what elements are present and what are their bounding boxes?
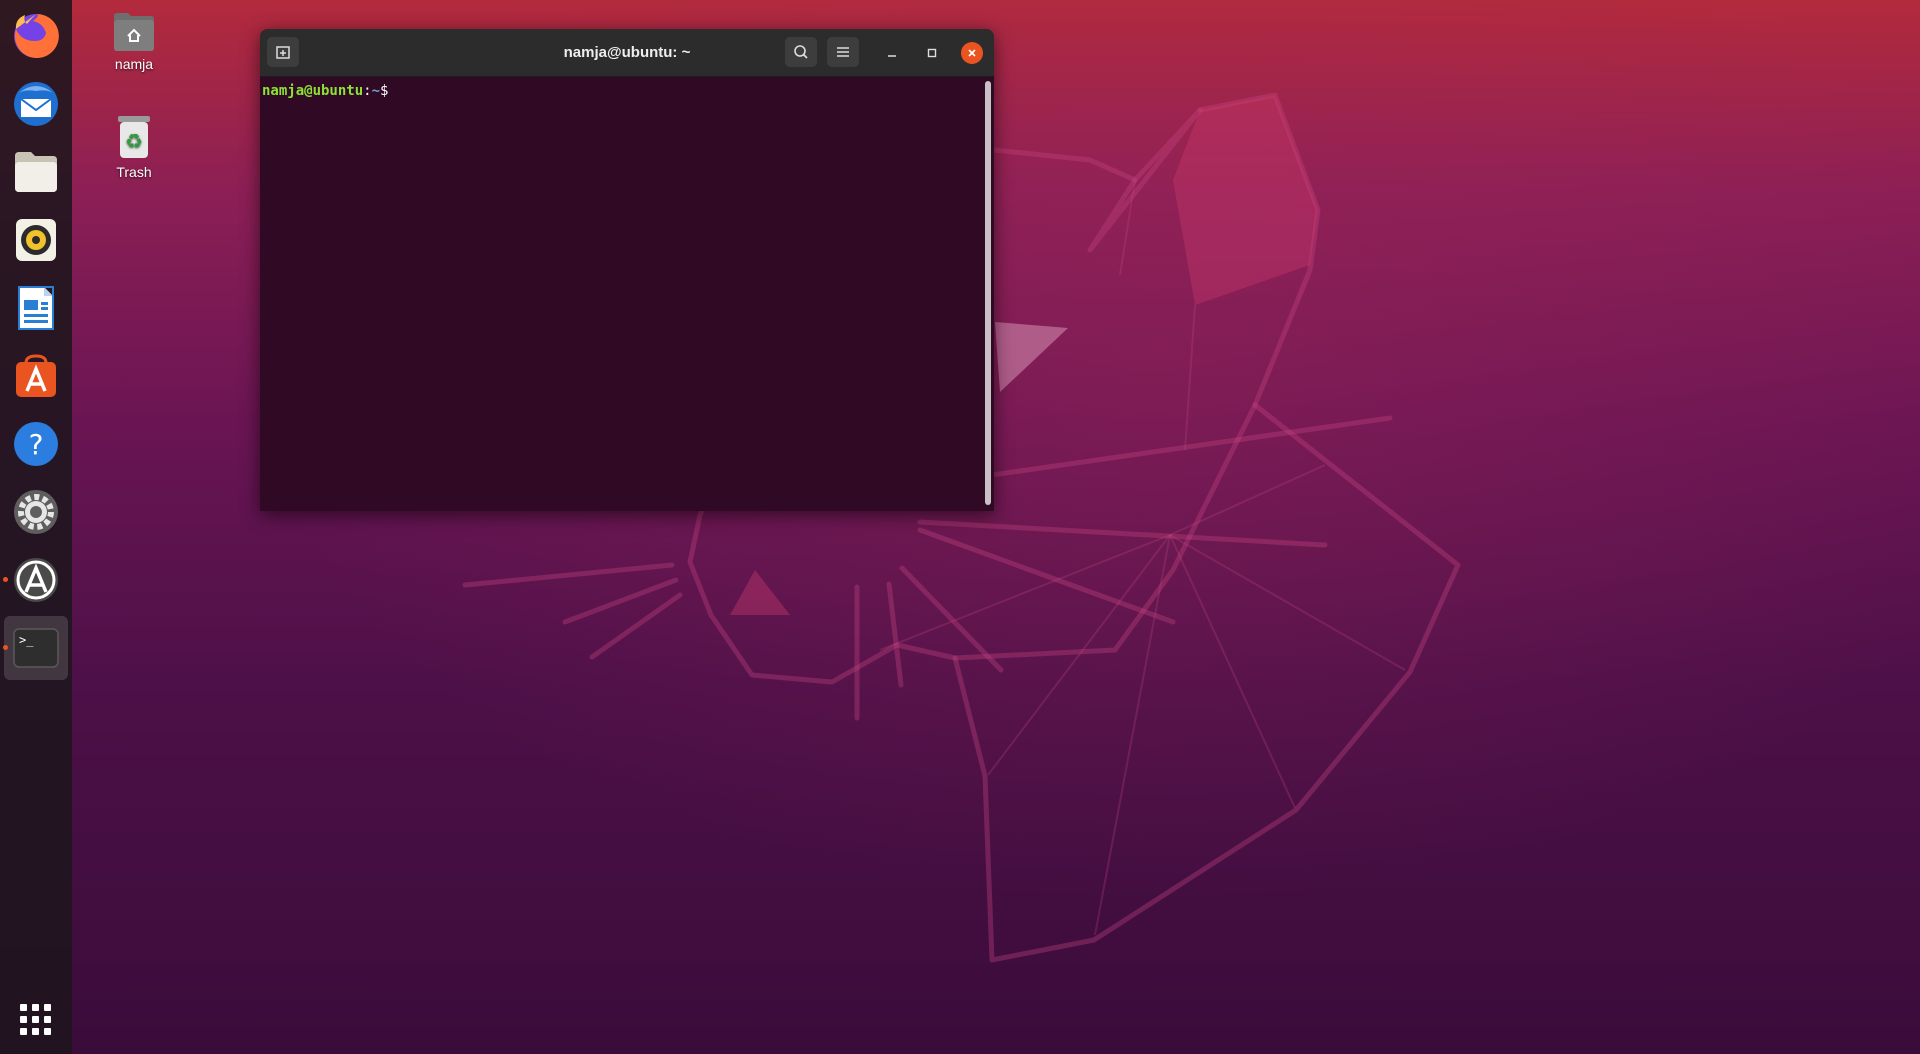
dock-item-writer[interactable] (4, 276, 68, 340)
rhythmbox-icon (16, 219, 56, 261)
dock-item-settings[interactable] (4, 480, 68, 544)
app-grid-icon (20, 1004, 51, 1035)
close-icon (968, 49, 976, 57)
desktop: namja ♻ Trash ? >_ namja@ubuntu: ~ namja… (0, 0, 1920, 1054)
new-tab-button[interactable] (267, 37, 299, 67)
new-tab-icon (276, 46, 290, 59)
running-indicator (3, 577, 8, 582)
dock: ? >_ (0, 0, 72, 1054)
dock-item-software[interactable] (4, 344, 68, 408)
terminal-output[interactable]: namja@ubuntu:~$ (260, 77, 982, 511)
software-icon (16, 354, 56, 397)
svg-text:?: ? (29, 428, 44, 461)
minimize-icon (888, 55, 896, 57)
thunderbird-icon (14, 82, 58, 126)
dock-item-thunderbird[interactable] (4, 72, 68, 136)
prompt-symbol: $ (380, 83, 389, 99)
firefox-icon (14, 13, 59, 58)
prompt-separator: : (363, 83, 372, 99)
help-icon: ? (14, 422, 58, 466)
menu-button[interactable] (827, 37, 859, 67)
running-indicator (3, 645, 8, 650)
search-button[interactable] (785, 37, 817, 67)
terminal-icon: >_ (13, 628, 59, 668)
prompt-path: ~ (371, 83, 381, 99)
close-button[interactable] (961, 42, 983, 64)
home-folder-icon (114, 13, 154, 51)
desktop-icon-home[interactable]: namja (89, 10, 179, 72)
desktop-icon-label: namja (114, 56, 154, 72)
trash-icon: ♻ (118, 116, 150, 158)
dock-item-files[interactable] (4, 140, 68, 204)
desktop-icon-label: Trash (116, 164, 152, 180)
minimize-button[interactable] (881, 42, 903, 64)
svg-text:>_: >_ (19, 633, 34, 647)
updater-icon (14, 558, 58, 602)
terminal-titlebar[interactable]: namja@ubuntu: ~ (260, 29, 994, 77)
search-icon (794, 45, 808, 59)
files-icon (15, 152, 57, 192)
dock-item-updater[interactable] (3, 548, 68, 612)
terminal-window: namja@ubuntu: ~ namja@ubuntu:~$ (260, 29, 994, 511)
dock-item-terminal[interactable]: >_ (3, 616, 68, 680)
hamburger-menu-icon (837, 47, 849, 57)
writer-icon (18, 286, 54, 330)
maximize-icon (927, 48, 937, 58)
show-applications-button[interactable] (4, 988, 68, 1052)
prompt-user-host: namja@ubuntu (262, 83, 364, 99)
dock-item-help[interactable]: ? (4, 412, 68, 476)
maximize-button[interactable] (921, 42, 943, 64)
terminal-scrollbar[interactable] (985, 81, 991, 505)
prompt-line: namja@ubuntu:~$ (262, 81, 980, 101)
desktop-icon-trash[interactable]: ♻ Trash (89, 114, 179, 180)
dock-item-rhythmbox[interactable] (4, 208, 68, 272)
svg-text:♻: ♻ (125, 129, 143, 153)
dock-item-firefox[interactable] (4, 4, 68, 68)
settings-icon (14, 490, 58, 534)
